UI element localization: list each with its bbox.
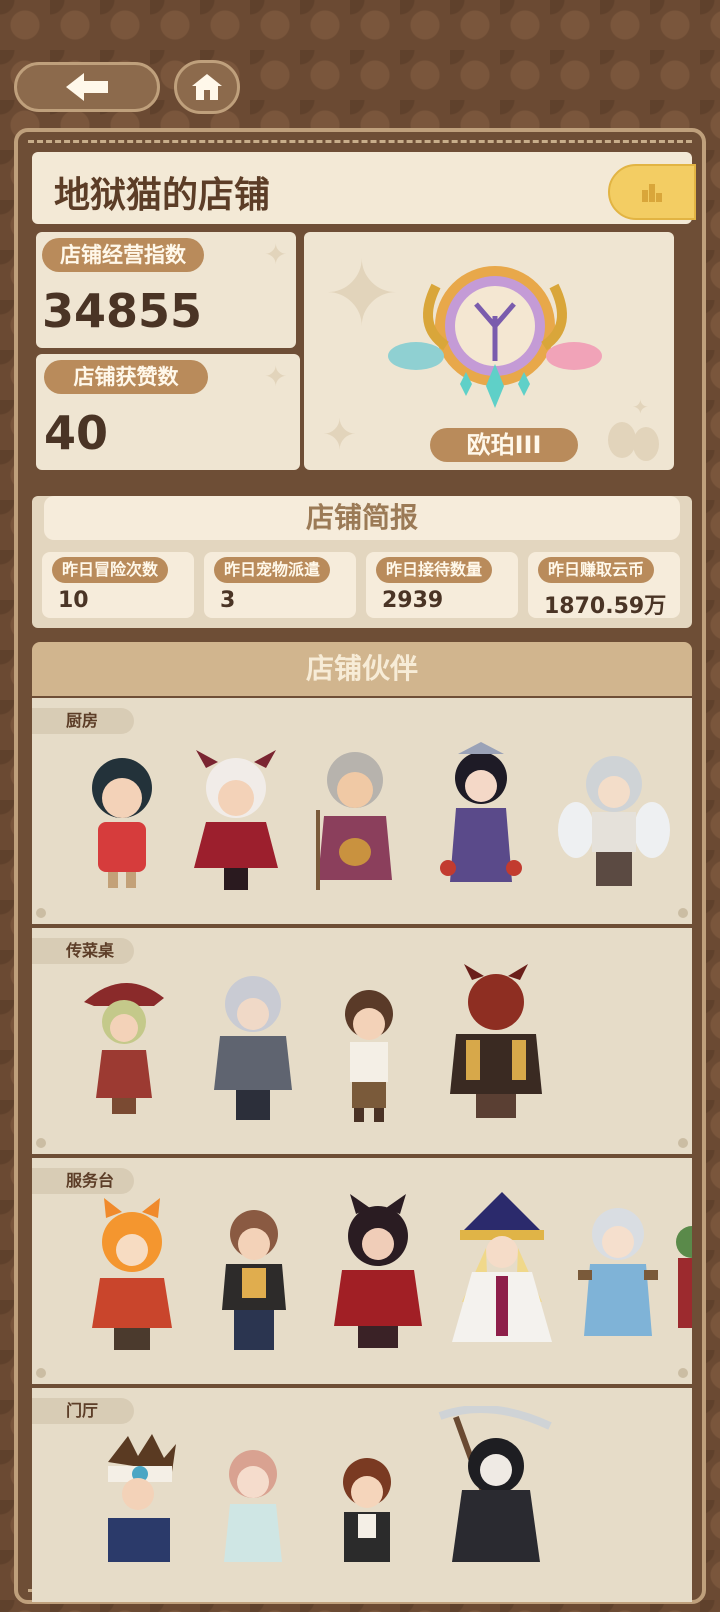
shop-name-bar: 地狱猫的店铺 — [32, 152, 696, 224]
report-stat-label: 昨日接待数量 — [376, 557, 493, 583]
partner-section-service-desk: 服务台 — [32, 1158, 692, 1384]
sparkle-icon: ✦ — [322, 410, 358, 459]
report-stat: 昨日接待数量 2939 — [366, 552, 518, 618]
report-stat-value: 1870.59万 — [544, 594, 667, 619]
arrow-left-icon — [66, 73, 108, 101]
rank-label: 欧珀III — [430, 428, 578, 462]
report-title: 店铺简报 — [44, 496, 680, 540]
coffee-beans-icon: ✦ — [608, 395, 659, 461]
back-button[interactable] — [14, 62, 160, 112]
divider-dot — [36, 908, 46, 918]
character-sprite[interactable] — [82, 1198, 182, 1354]
likes-label: 店铺获赞数 — [44, 360, 208, 394]
character-sprite[interactable] — [430, 1406, 560, 1562]
character-sprite[interactable] — [74, 972, 174, 1122]
bar-chart-icon — [642, 184, 662, 202]
divider-dot — [36, 1368, 46, 1378]
report-stat: 昨日冒险次数 10 — [42, 552, 194, 618]
report-panel: 店铺简报 昨日冒险次数 10 昨日宠物派遣 3 昨日接待数量 2939 昨日赚取… — [32, 496, 692, 628]
rank-button[interactable] — [608, 164, 696, 220]
home-button[interactable] — [174, 60, 240, 114]
character-sprite[interactable] — [436, 742, 526, 902]
section-label: 服务台 — [32, 1168, 134, 1194]
character-sprite[interactable] — [218, 1444, 288, 1562]
partner-section-lobby: 门厅 — [32, 1388, 692, 1602]
section-label: 传菜桌 — [32, 938, 134, 964]
shop-frame: 地狱猫的店铺 店铺经营指数 34855 ✦ 店铺获赞数 40 ✦ ✦ ✦ 欧珀I… — [14, 128, 706, 1604]
partner-section-kitchen: 厨房 — [32, 698, 692, 924]
character-sprite[interactable] — [310, 740, 400, 900]
sparkle-icon: ✦ — [264, 360, 288, 393]
character-sprite[interactable] — [446, 964, 546, 1124]
section-label: 门厅 — [32, 1398, 134, 1424]
character-sprite[interactable] — [674, 1218, 692, 1338]
home-icon — [192, 74, 222, 100]
svg-text:✦: ✦ — [632, 395, 649, 419]
character-sprite[interactable] — [332, 1454, 402, 1562]
business-index-card: 店铺经营指数 34855 ✦ — [36, 232, 296, 348]
character-sprite[interactable] — [208, 968, 298, 1124]
character-sprite[interactable] — [82, 752, 162, 892]
report-stat-value: 10 — [58, 588, 89, 613]
sparkle-icon: ✦ — [264, 238, 288, 271]
character-sprite[interactable] — [558, 746, 670, 896]
business-index-value: 34855 — [42, 284, 203, 338]
character-sprite[interactable] — [214, 1204, 294, 1354]
character-sprite[interactable] — [88, 1432, 188, 1562]
rank-badge-card: ✦ ✦ 欧珀III ✦ — [304, 232, 674, 470]
report-stat-label: 昨日宠物派遣 — [214, 557, 331, 583]
section-label: 厨房 — [32, 708, 134, 734]
report-stat: 昨日赚取云币 1870.59万 — [528, 552, 680, 619]
divider-dot — [678, 1368, 688, 1378]
divider-dot — [36, 1138, 46, 1148]
partners-title: 店铺伙伴 — [32, 642, 692, 696]
character-sprite[interactable] — [334, 984, 404, 1124]
divider-dot — [678, 1138, 688, 1148]
report-stat: 昨日宠物派遣 3 — [204, 552, 356, 618]
character-sprite[interactable] — [186, 748, 286, 898]
character-sprite[interactable] — [578, 1200, 658, 1350]
likes-card: 店铺获赞数 40 ✦ — [36, 354, 300, 470]
report-stat-label: 昨日冒险次数 — [52, 557, 169, 583]
character-sprite[interactable] — [442, 1192, 562, 1352]
character-sprite[interactable] — [328, 1194, 428, 1354]
report-stat-value: 3 — [220, 588, 236, 613]
likes-value: 40 — [44, 406, 109, 460]
report-stat-value: 2939 — [382, 588, 444, 613]
report-stat-label: 昨日赚取云币 — [538, 557, 655, 583]
divider-dot — [678, 908, 688, 918]
partner-section-serving-table: 传菜桌 — [32, 928, 692, 1154]
business-index-label: 店铺经营指数 — [42, 238, 204, 272]
rank-emblem-icon — [388, 266, 602, 408]
shop-name: 地狱猫的店铺 — [54, 175, 271, 216]
divider — [28, 140, 692, 143]
